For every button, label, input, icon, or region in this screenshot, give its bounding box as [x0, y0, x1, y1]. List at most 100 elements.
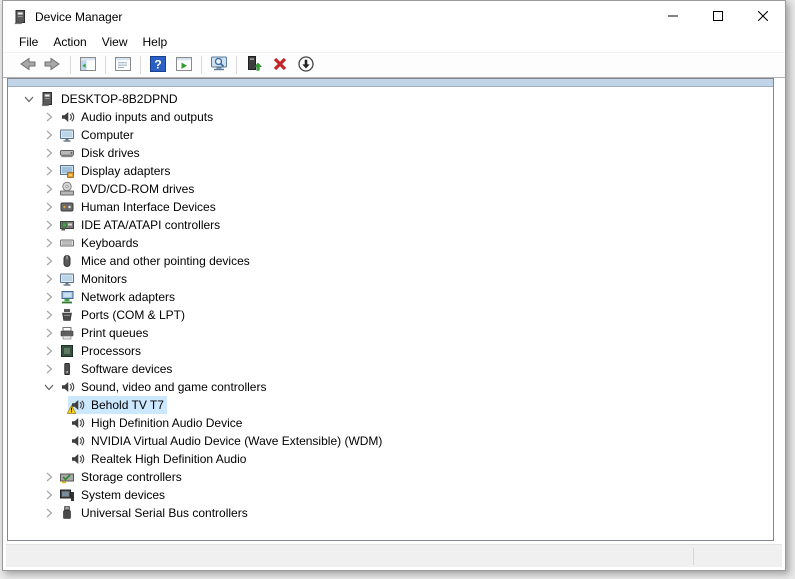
- tree-item-body[interactable]: Print queues: [58, 324, 151, 342]
- chevron-right-icon[interactable]: [40, 109, 58, 125]
- tree-item-display-adapters[interactable]: Display adapters: [8, 162, 773, 180]
- display-adapter-icon: [59, 163, 75, 179]
- tree-item-desktop-8b2dpnd[interactable]: DESKTOP-8B2DPND: [8, 90, 773, 108]
- tree-item-body[interactable]: Software devices: [58, 360, 175, 378]
- tree-item-body[interactable]: Human Interface Devices: [58, 198, 219, 216]
- chevron-right-icon[interactable]: [40, 343, 58, 359]
- forward-button[interactable]: [40, 54, 66, 76]
- show-hide-action-pane-button[interactable]: [171, 54, 197, 76]
- tree-item-system-devices[interactable]: System devices: [8, 486, 773, 504]
- tree-item-monitors[interactable]: Monitors: [8, 270, 773, 288]
- tree-item-computer[interactable]: Computer: [8, 126, 773, 144]
- minimize-icon: [668, 9, 678, 24]
- chevron-right-icon[interactable]: [40, 505, 58, 521]
- tree-item-body[interactable]: System devices: [58, 486, 168, 504]
- scan-for-hardware-changes-button[interactable]: [206, 54, 232, 76]
- console-tree-icon: [78, 54, 98, 77]
- tree-item-ide-ata-atapi-controllers[interactable]: IDE ATA/ATAPI controllers: [8, 216, 773, 234]
- tree-item-body[interactable]: Monitors: [58, 270, 130, 288]
- device-manager-window: Device Manager FileActionViewHelp ? DESK…: [2, 0, 786, 571]
- tree-item-body[interactable]: Network adapters: [58, 288, 178, 306]
- tree-item-body[interactable]: Disk drives: [58, 144, 143, 162]
- tree-item-universal-serial-bus-controllers[interactable]: Universal Serial Bus controllers: [8, 504, 773, 522]
- tree-item-body[interactable]: Sound, video and game controllers: [58, 378, 269, 396]
- update-driver-button[interactable]: [241, 54, 267, 76]
- tree-item-body[interactable]: IDE ATA/ATAPI controllers: [58, 216, 223, 234]
- tree-item-body[interactable]: Ports (COM & LPT): [58, 306, 188, 324]
- maximize-button[interactable]: [695, 1, 740, 32]
- chevron-right-icon[interactable]: [40, 199, 58, 215]
- tree-item-body[interactable]: High Definition Audio Device: [68, 414, 245, 432]
- show-hide-console-tree-button[interactable]: [75, 54, 101, 76]
- tree-item-label: System devices: [81, 488, 165, 502]
- tree-item-storage-controllers[interactable]: Storage controllers: [8, 468, 773, 486]
- tree-item-behold-tv-t7[interactable]: Behold TV T7: [8, 396, 773, 414]
- tree-item-label: Network adapters: [81, 290, 175, 304]
- tree-item-body[interactable]: Universal Serial Bus controllers: [58, 504, 251, 522]
- chevron-right-icon[interactable]: [40, 487, 58, 503]
- toolbar-separator: [236, 56, 237, 74]
- tree-item-processors[interactable]: Processors: [8, 342, 773, 360]
- menu-file[interactable]: File: [12, 33, 45, 51]
- back-button[interactable]: [14, 54, 40, 76]
- menu-view[interactable]: View: [95, 33, 135, 51]
- tree-item-sound-video-and-game-controllers[interactable]: Sound, video and game controllers: [8, 378, 773, 396]
- forward-icon: [43, 54, 63, 77]
- tree-item-body[interactable]: Processors: [58, 342, 144, 360]
- tree-item-software-devices[interactable]: Software devices: [8, 360, 773, 378]
- tree-item-keyboards[interactable]: Keyboards: [8, 234, 773, 252]
- tree-item-label: Sound, video and game controllers: [81, 380, 266, 394]
- tree-item-audio-inputs-and-outputs[interactable]: Audio inputs and outputs: [8, 108, 773, 126]
- tree-item-body[interactable]: DVD/CD-ROM drives: [58, 180, 197, 198]
- system-devices-icon: [59, 487, 75, 503]
- tree-item-body[interactable]: Mice and other pointing devices: [58, 252, 253, 270]
- tree-item-body[interactable]: Storage controllers: [58, 468, 185, 486]
- properties-button[interactable]: [110, 54, 136, 76]
- uninstall-button[interactable]: [267, 54, 293, 76]
- tree-item-high-definition-audio-device[interactable]: High Definition Audio Device: [8, 414, 773, 432]
- disable-device-button[interactable]: [293, 54, 319, 76]
- tree-item-ports-com-lpt[interactable]: Ports (COM & LPT): [8, 306, 773, 324]
- chevron-right-icon[interactable]: [40, 271, 58, 287]
- minimize-button[interactable]: [650, 1, 695, 32]
- tree-item-realtek-high-definition-audio[interactable]: Realtek High Definition Audio: [8, 450, 773, 468]
- chevron-down-icon[interactable]: [40, 379, 58, 395]
- tree-item-label: Realtek High Definition Audio: [91, 452, 246, 466]
- tree-item-network-adapters[interactable]: Network adapters: [8, 288, 773, 306]
- chevron-right-icon[interactable]: [40, 307, 58, 323]
- monitor-icon: [59, 271, 75, 287]
- chevron-right-icon[interactable]: [40, 253, 58, 269]
- tree-item-mice-and-other-pointing-devices[interactable]: Mice and other pointing devices: [8, 252, 773, 270]
- tree-item-label: Behold TV T7: [91, 398, 164, 412]
- chevron-right-icon[interactable]: [40, 217, 58, 233]
- tree-item-nvidia-virtual-audio-device-wave-extensible-wdm[interactable]: NVIDIA Virtual Audio Device (Wave Extens…: [8, 432, 773, 450]
- chevron-right-icon[interactable]: [40, 127, 58, 143]
- tree-item-body[interactable]: Keyboards: [58, 234, 141, 252]
- tree-item-body[interactable]: DESKTOP-8B2DPND: [38, 90, 180, 108]
- menu-action[interactable]: Action: [46, 33, 93, 51]
- chevron-right-icon[interactable]: [40, 469, 58, 485]
- tree-item-dvd-cd-rom-drives[interactable]: DVD/CD-ROM drives: [8, 180, 773, 198]
- chevron-right-icon[interactable]: [40, 361, 58, 377]
- tree-item-body[interactable]: Audio inputs and outputs: [58, 108, 216, 126]
- sound-icon: [69, 433, 85, 449]
- help-button[interactable]: ?: [145, 54, 171, 76]
- tree-item-body[interactable]: Display adapters: [58, 162, 173, 180]
- menu-help[interactable]: Help: [136, 33, 175, 51]
- tree-item-print-queues[interactable]: Print queues: [8, 324, 773, 342]
- chevron-right-icon[interactable]: [40, 235, 58, 251]
- tree-item-disk-drives[interactable]: Disk drives: [8, 144, 773, 162]
- tree-item-body[interactable]: NVIDIA Virtual Audio Device (Wave Extens…: [68, 432, 385, 450]
- tree-item-body[interactable]: Realtek High Definition Audio: [68, 450, 249, 468]
- chevron-right-icon[interactable]: [40, 325, 58, 341]
- close-button[interactable]: [740, 1, 785, 32]
- selected-tree-item[interactable]: Behold TV T7: [68, 396, 167, 414]
- chevron-down-icon[interactable]: [20, 91, 38, 107]
- chevron-right-icon[interactable]: [40, 289, 58, 305]
- chevron-right-icon[interactable]: [40, 145, 58, 161]
- tree-item-human-interface-devices[interactable]: Human Interface Devices: [8, 198, 773, 216]
- chevron-right-icon[interactable]: [40, 181, 58, 197]
- tree-item-body[interactable]: Computer: [58, 126, 137, 144]
- chevron-right-icon[interactable]: [40, 163, 58, 179]
- menu-bar: FileActionViewHelp: [3, 32, 785, 53]
